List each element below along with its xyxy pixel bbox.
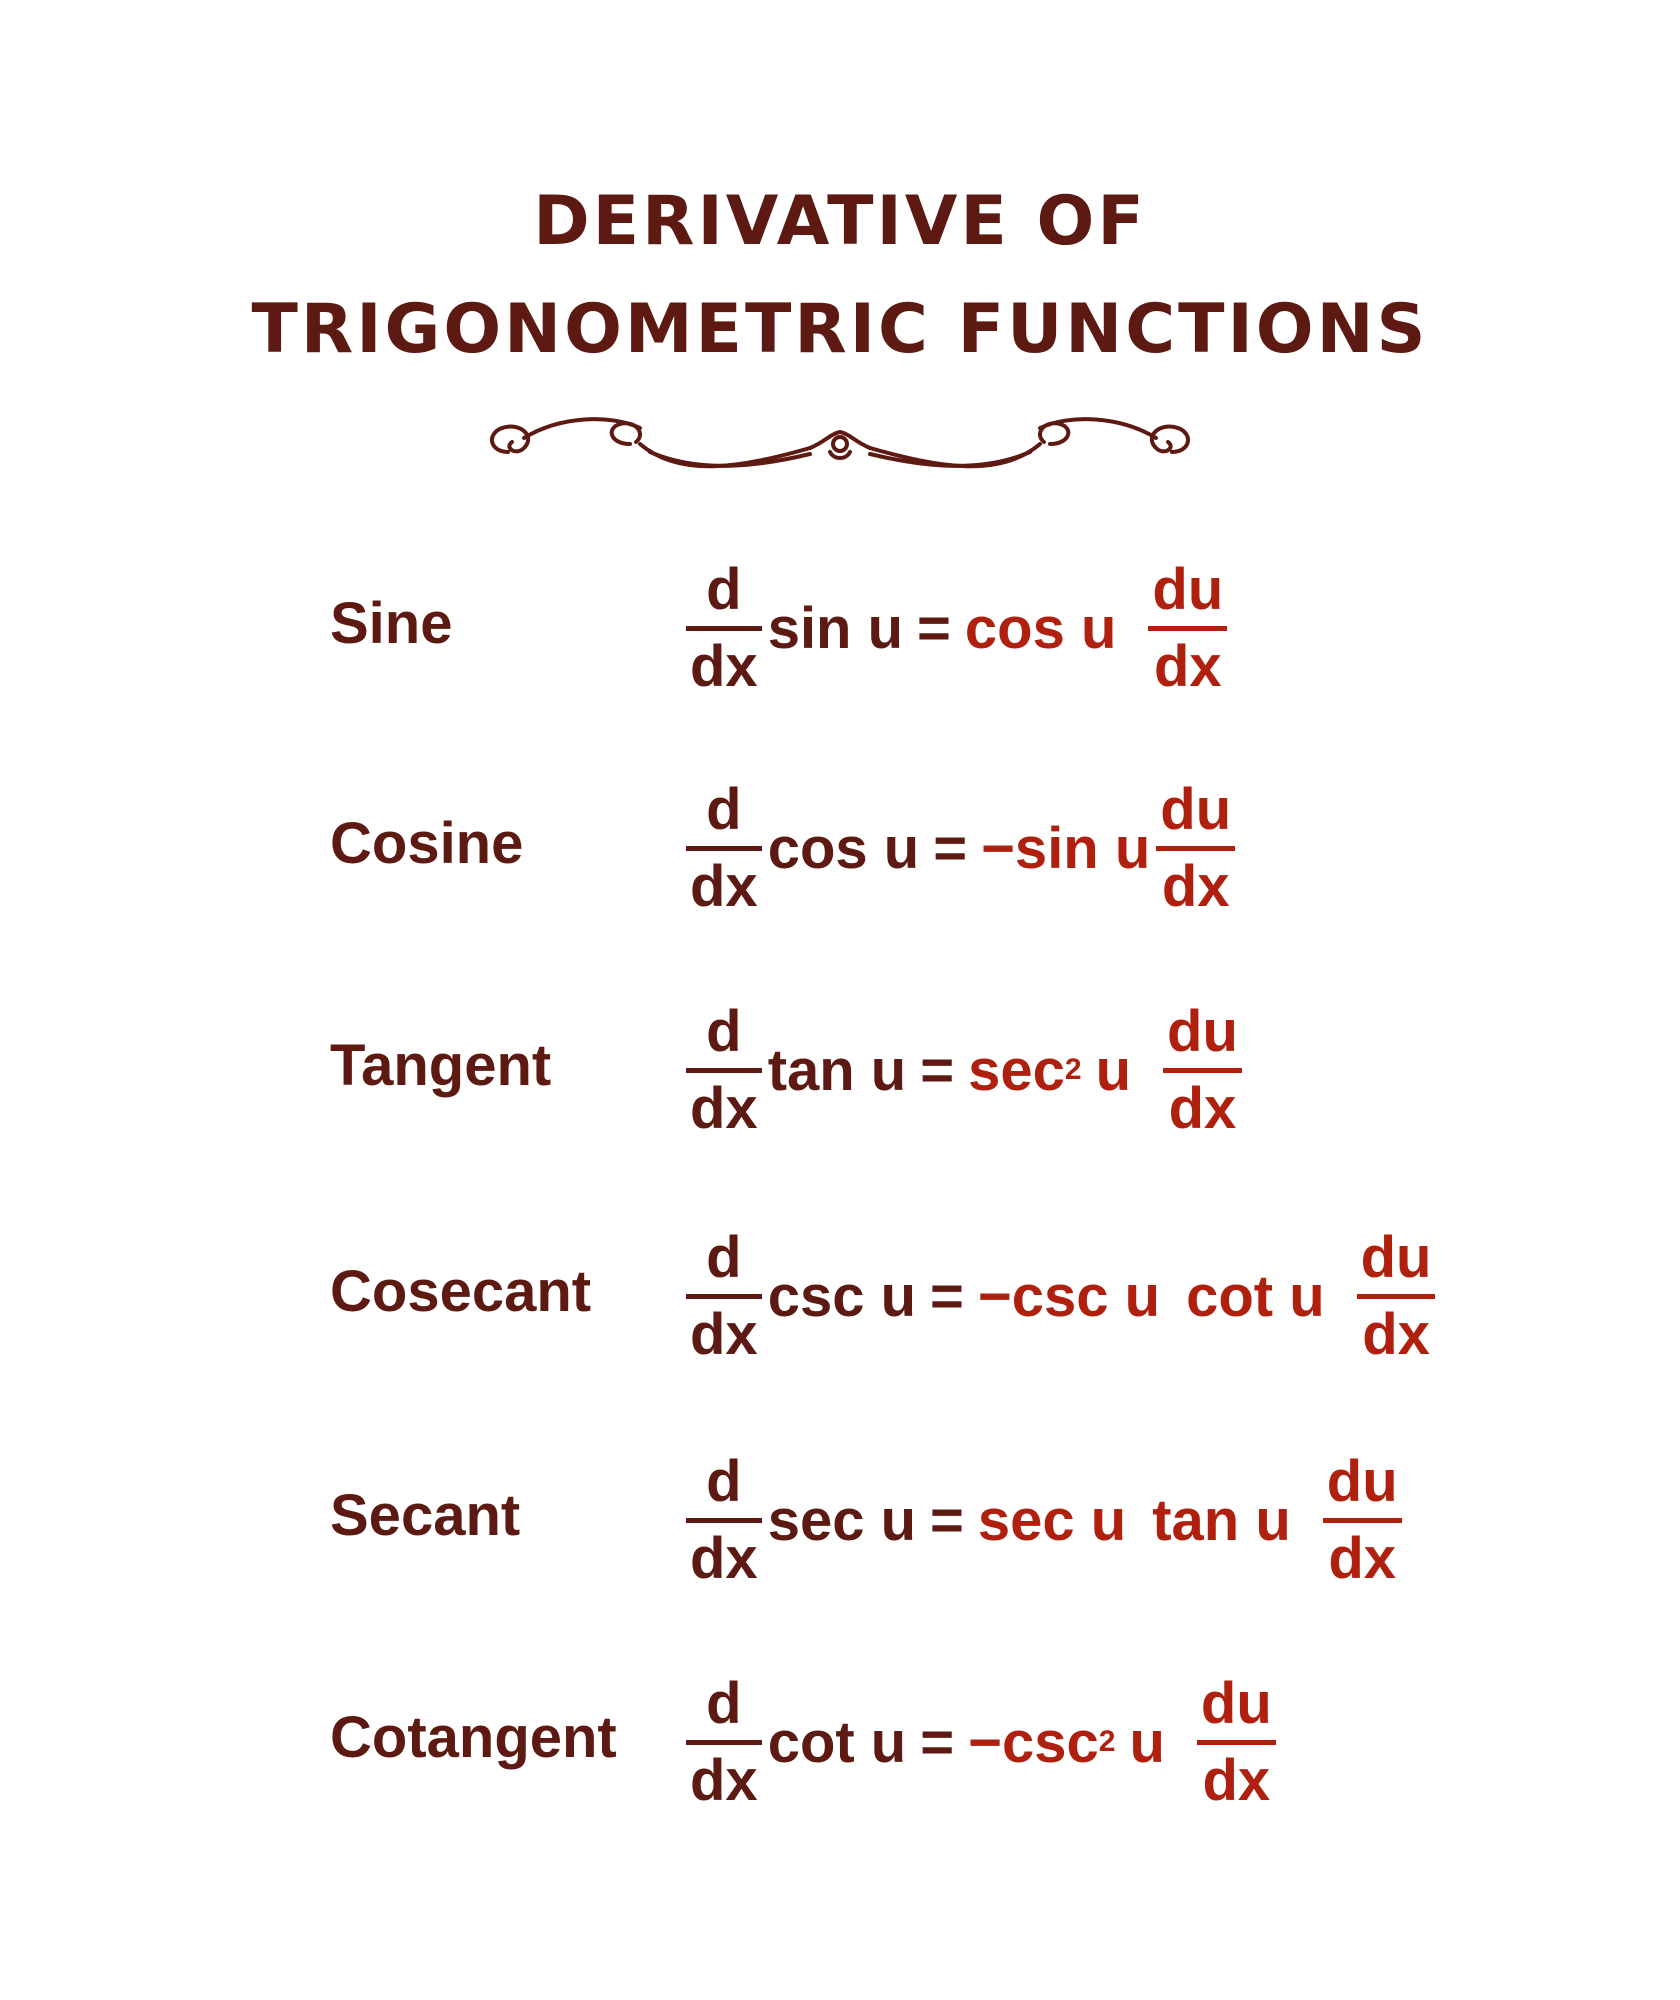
derivative-formula: d dx cot u = −csc 2 u du dx bbox=[680, 1642, 1282, 1842]
function-label: Sine bbox=[330, 591, 453, 656]
formula-row-secant: Secant d dx sec u = sec u tan u du dx bbox=[0, 1420, 1680, 1620]
formula-row-cosecant: Cosecant d dx csc u = −csc u cot u du dx bbox=[0, 1196, 1680, 1396]
rhs-term: sec bbox=[968, 1037, 1065, 1103]
derivative-formula: d dx cos u = −sin u du dx bbox=[680, 748, 1241, 948]
d-dx-operator: d dx bbox=[686, 1668, 762, 1817]
du-dx-fraction: du dx bbox=[1356, 1222, 1436, 1371]
d-dx-operator: d dx bbox=[686, 554, 762, 703]
derivative-formula: d dx csc u = −csc u cot u du dx bbox=[680, 1196, 1441, 1396]
rhs-term: cot u bbox=[1186, 1263, 1325, 1329]
equals-sign: = bbox=[933, 815, 968, 881]
equals-sign: = bbox=[920, 1709, 955, 1775]
formula-row-tangent: Tangent d dx tan u = sec 2 u du dx bbox=[0, 970, 1680, 1170]
lhs-function: csc u bbox=[767, 1263, 917, 1329]
d-dx-operator: d dx bbox=[686, 774, 762, 923]
rhs-term: −csc bbox=[968, 1709, 1099, 1775]
rhs-variable: u bbox=[1129, 1709, 1165, 1775]
formula-row-cotangent: Cotangent d dx cot u = −csc 2 u du dx bbox=[0, 1642, 1680, 1842]
rhs-variable: u bbox=[1095, 1037, 1132, 1103]
function-label: Secant bbox=[330, 1483, 521, 1548]
lhs-function: tan u bbox=[767, 1037, 907, 1103]
derivative-formula: d dx sin u = cos u du dx bbox=[680, 528, 1233, 728]
rhs-term: cos u bbox=[964, 595, 1117, 661]
du-dx-fraction: du dx bbox=[1163, 996, 1242, 1145]
formula-row-cosine: Cosine d dx cos u = −sin u du dx bbox=[0, 748, 1680, 948]
lhs-function: cos u bbox=[767, 815, 920, 881]
function-label: Cosecant bbox=[330, 1259, 592, 1324]
rhs-term: sec u bbox=[977, 1487, 1127, 1553]
equals-sign: = bbox=[930, 1487, 964, 1553]
function-label: Cosine bbox=[330, 811, 524, 876]
title-line-2: TRIGONOMETRIC FUNCTIONS bbox=[251, 290, 1429, 369]
du-dx-fraction: du dx bbox=[1148, 554, 1228, 703]
d-dx-operator: d dx bbox=[686, 996, 762, 1145]
lhs-function: sin u bbox=[767, 595, 904, 661]
lhs-function: cot u bbox=[767, 1709, 907, 1775]
lhs-function: sec u bbox=[767, 1487, 917, 1553]
derivative-formula: d dx tan u = sec 2 u du dx bbox=[680, 970, 1248, 1170]
d-dx-operator: d dx bbox=[686, 1222, 762, 1371]
page-title: DERIVATIVE OF TRIGONOMETRIC FUNCTIONS bbox=[0, 168, 1680, 384]
function-label: Cotangent bbox=[330, 1705, 617, 1770]
function-label: Tangent bbox=[330, 1033, 552, 1098]
formula-row-sine: Sine d dx sin u = cos u du dx bbox=[0, 528, 1680, 728]
rhs-term: tan u bbox=[1152, 1487, 1291, 1553]
d-dx-operator: d dx bbox=[686, 1446, 762, 1595]
equals-sign: = bbox=[920, 1037, 955, 1103]
equals-sign: = bbox=[930, 1263, 964, 1329]
du-dx-fraction: du dx bbox=[1196, 1668, 1276, 1817]
derivative-formula: d dx sec u = sec u tan u du dx bbox=[680, 1420, 1408, 1620]
title-line-1: DERIVATIVE OF bbox=[533, 182, 1147, 261]
du-dx-fraction: du dx bbox=[1322, 1446, 1402, 1595]
flourish-divider-icon bbox=[490, 417, 1190, 469]
du-dx-fraction: du dx bbox=[1156, 774, 1236, 923]
rhs-term: −sin u bbox=[981, 815, 1151, 881]
equals-sign: = bbox=[917, 595, 951, 661]
rhs-term: −csc u bbox=[977, 1263, 1161, 1329]
